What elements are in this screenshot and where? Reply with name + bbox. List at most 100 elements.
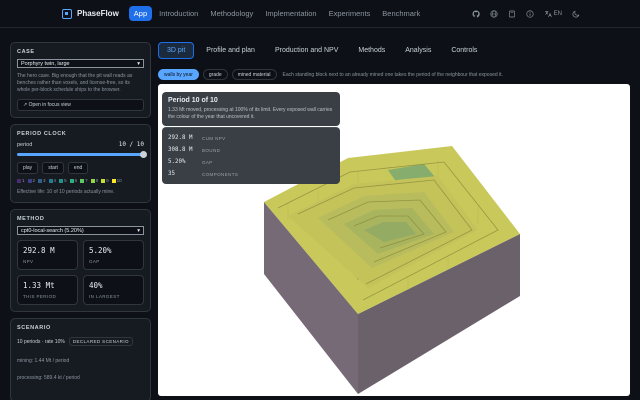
gap-stat: 5.20% GAP (83, 240, 144, 270)
overlay-stat-row: 292.8 M CUM NPV (168, 132, 334, 144)
in-largest-label: IN LARGEST (89, 294, 120, 299)
bound-value: 308.8 M (168, 147, 193, 153)
play-button[interactable]: play (17, 162, 39, 174)
view-tabs: 3D pit Profile and plan Production and N… (158, 40, 630, 60)
legend-swatch (59, 178, 64, 183)
tab-profile-and-plan[interactable]: Profile and plan (198, 43, 263, 58)
legend-label: 10 (116, 178, 122, 183)
github-icon[interactable] (472, 9, 480, 18)
declared-scenario-badge: DECLARED SCENARIO (68, 337, 133, 346)
case-title: CASE (17, 49, 35, 55)
overlay-gap-value: 5.20% (168, 159, 186, 165)
legend-label: 2 (32, 178, 36, 183)
period-label: period (17, 141, 33, 148)
in-largest-value: 40% (89, 281, 103, 290)
legend-swatch (101, 178, 106, 183)
cum-npv-label: CUM NPV (202, 135, 226, 141)
chevron-down-icon: ▾ (137, 60, 140, 67)
period-info-overlay: Period 10 of 10 1.33 Mt moved, processin… (162, 92, 340, 126)
nav-link-experiments[interactable]: Experiments (324, 6, 376, 21)
this-period-value: 1.33 Mt (23, 281, 55, 290)
components-value: 35 (168, 171, 175, 177)
chip-mined-material[interactable]: mined material (231, 69, 277, 80)
case-select[interactable]: Porphyry twin, large ▾ (17, 59, 144, 68)
legend-label: 4 (53, 178, 57, 183)
tab-methods[interactable]: Methods (350, 43, 393, 58)
legend-item: 3 (38, 178, 46, 183)
nav-link-implementation[interactable]: Implementation (260, 6, 321, 21)
brand[interactable]: PhaseFlow (62, 8, 119, 19)
legend-item: 1 (17, 178, 25, 183)
legend-label: 8 (95, 178, 99, 183)
info-icon[interactable] (526, 9, 534, 18)
this-period-label: THIS PERIOD (23, 294, 57, 299)
mining-rate: mining: 1.44 Mt / period (17, 358, 70, 364)
legend-swatch (80, 178, 85, 183)
tab-controls[interactable]: Controls (443, 43, 485, 58)
method-select[interactable]: cpt0-local-search (5.20%) ▾ (17, 226, 144, 235)
top-nav: PhaseFlow App Introduction Methodology I… (0, 0, 640, 28)
end-button[interactable]: end (67, 162, 89, 174)
moon-icon[interactable] (572, 10, 580, 18)
legend-label: 6 (74, 178, 78, 183)
legend-label: 5 (64, 178, 67, 183)
nav-link-introduction[interactable]: Introduction (154, 6, 203, 21)
components-label: COMPONENTS (202, 171, 239, 177)
start-button[interactable]: start (42, 162, 64, 174)
focus-view-button[interactable]: ↗ Open in focus view (17, 99, 144, 111)
overlay-gap-label: GAP (202, 159, 213, 165)
period-value: 10 / 10 (118, 141, 144, 148)
chip-hint: Each standing block next to an already m… (282, 71, 503, 78)
method-select-value: cpt0-local-search (5.20%) (21, 227, 84, 234)
scenario-title: SCENARIO (17, 325, 51, 331)
legend-label: 3 (43, 178, 46, 183)
period-clock-title: PERIOD CLOCK (17, 131, 67, 137)
this-period-stat: 1.33 Mt THIS PERIOD (17, 275, 78, 305)
chip-walls-by-year[interactable]: walls by year (158, 69, 199, 80)
nav-link-benchmark[interactable]: Benchmark (377, 6, 425, 21)
legend-item: 6 (69, 178, 78, 183)
book-icon[interactable] (508, 10, 516, 18)
nav-link-methodology[interactable]: Methodology (205, 6, 258, 21)
legend-label: 9 (106, 178, 109, 183)
gap-label: GAP (89, 259, 100, 264)
legend-item: 8 (90, 178, 99, 183)
external-link-icon: ↗ (23, 102, 28, 108)
processing-rate: processing: 589.4 kt / period (17, 375, 80, 381)
language-label: EN (553, 10, 562, 17)
tab-3d-pit[interactable]: 3D pit (158, 41, 195, 59)
tab-analysis[interactable]: Analysis (397, 43, 439, 58)
effective-life-note: Effective life: 10 of 10 periods actuall… (17, 189, 115, 195)
legend-swatch (17, 178, 21, 183)
nav-links: App Introduction Methodology Implementat… (128, 6, 425, 21)
period-slider[interactable] (17, 150, 147, 158)
legend-swatch (90, 178, 95, 183)
scenario-card: SCENARIO 10 periods · rate 10% DECLARED … (10, 318, 151, 400)
overlay-stat-row: 35 COMPONENTS (168, 168, 334, 180)
period-slider-thumb[interactable] (140, 150, 147, 158)
chip-grade[interactable]: grade (202, 69, 228, 80)
translate-icon[interactable]: EN (544, 10, 562, 18)
logo-icon (62, 8, 72, 19)
legend-swatch (69, 178, 74, 183)
cum-npv-value: 292.8 M (168, 135, 193, 141)
legend-swatch (111, 178, 116, 183)
legend-item: 10 (111, 178, 122, 183)
chevron-down-icon: ▾ (137, 227, 140, 234)
overlay-stat-row: 308.8 M BOUND (168, 144, 334, 156)
overlay-title: Period 10 of 10 (168, 97, 218, 104)
tab-production-and-npv[interactable]: Production and NPV (267, 43, 346, 58)
sidebar: CASE Porphyry twin, large ▾ The hero cas… (10, 42, 151, 400)
legend-label: 1 (22, 178, 25, 183)
bound-label: BOUND (202, 147, 221, 153)
legend-item: 9 (101, 178, 109, 183)
npv-value: 292.8 M (23, 246, 55, 255)
globe-icon[interactable] (490, 9, 498, 18)
legend-swatch (38, 178, 43, 183)
method-title: METHOD (17, 216, 45, 222)
in-largest-stat: 40% IN LARGEST (83, 275, 144, 305)
nav-link-app[interactable]: App (128, 6, 153, 21)
case-card: CASE Porphyry twin, large ▾ The hero cas… (10, 42, 151, 118)
color-mode-chips: walls by year grade mined material Each … (158, 69, 630, 80)
legend-item: 5 (59, 178, 67, 183)
